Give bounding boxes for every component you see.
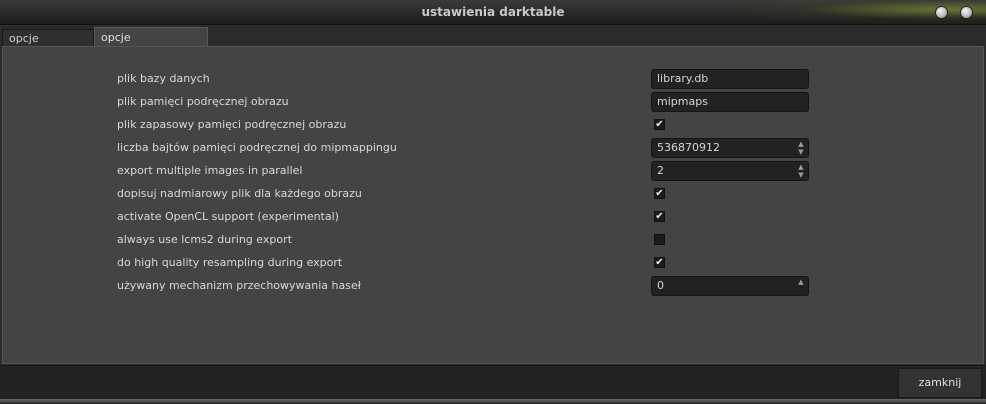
setting-label: dopisuj nadmiarowy plik dla każdego obra… [117, 187, 362, 200]
setting-label: always use lcms2 during export [117, 233, 292, 246]
close-window-button[interactable] [961, 7, 972, 18]
setting-label: plik bazy danych [117, 72, 210, 85]
setting-label: liczba bajtów pamięci podręcznej do mipm… [117, 141, 397, 154]
lcms2-checkbox[interactable] [654, 234, 665, 245]
settings-panel: plik bazy danych library.db plik pamięci… [2, 46, 984, 364]
mipmap-cache-file-input[interactable]: mipmaps [651, 92, 809, 112]
hq-resampling-checkbox[interactable]: ✔ [654, 257, 665, 268]
setting-label: plik pamięci podręcznej obrazu [117, 95, 289, 108]
spinner-value: 536870912 [657, 141, 720, 154]
database-file-input[interactable]: library.db [651, 69, 809, 89]
window-titlebar: ustawienia darktable [0, 0, 986, 25]
setting-label: activate OpenCL support (experimental) [117, 210, 339, 223]
opencl-checkbox[interactable]: ✔ [654, 211, 665, 222]
spinner-value: 2 [657, 164, 664, 177]
parallel-export-spinner[interactable]: 2 ▲ ▼ [651, 161, 809, 181]
close-button[interactable]: zamknij [898, 368, 982, 398]
sidecar-file-checkbox[interactable]: ✔ [654, 188, 665, 199]
setting-label: export multiple images in parallel [117, 164, 303, 177]
password-storage-spinner[interactable]: 0 ▲ [651, 276, 809, 296]
setting-label: do high quality resampling during export [117, 256, 343, 269]
spinner-arrows-icon[interactable]: ▲ ▼ [797, 140, 805, 156]
window-bottom-edge [0, 399, 986, 403]
tab-bar: opcje interfejsu opcje podstawowe [0, 25, 986, 64]
minimize-button[interactable] [936, 7, 947, 18]
spinner-value: 0 [657, 279, 664, 292]
tab-interface-options[interactable]: opcje interfejsu [2, 29, 94, 63]
tab-core-options[interactable]: opcje podstawowe [94, 27, 208, 64]
window-title: ustawienia darktable [421, 5, 565, 19]
spinner-arrows-icon[interactable]: ▲ [797, 278, 805, 294]
setting-label: plik zapasowy pamięci podręcznej obrazu [117, 118, 347, 131]
spinner-arrows-icon[interactable]: ▲ ▼ [797, 163, 805, 179]
cache-backup-checkbox[interactable]: ✔ [654, 119, 665, 130]
mipmap-bytes-spinner[interactable]: 536870912 ▲ ▼ [651, 138, 809, 158]
setting-label: używany mechanizm przechowywania haseł [117, 279, 361, 292]
